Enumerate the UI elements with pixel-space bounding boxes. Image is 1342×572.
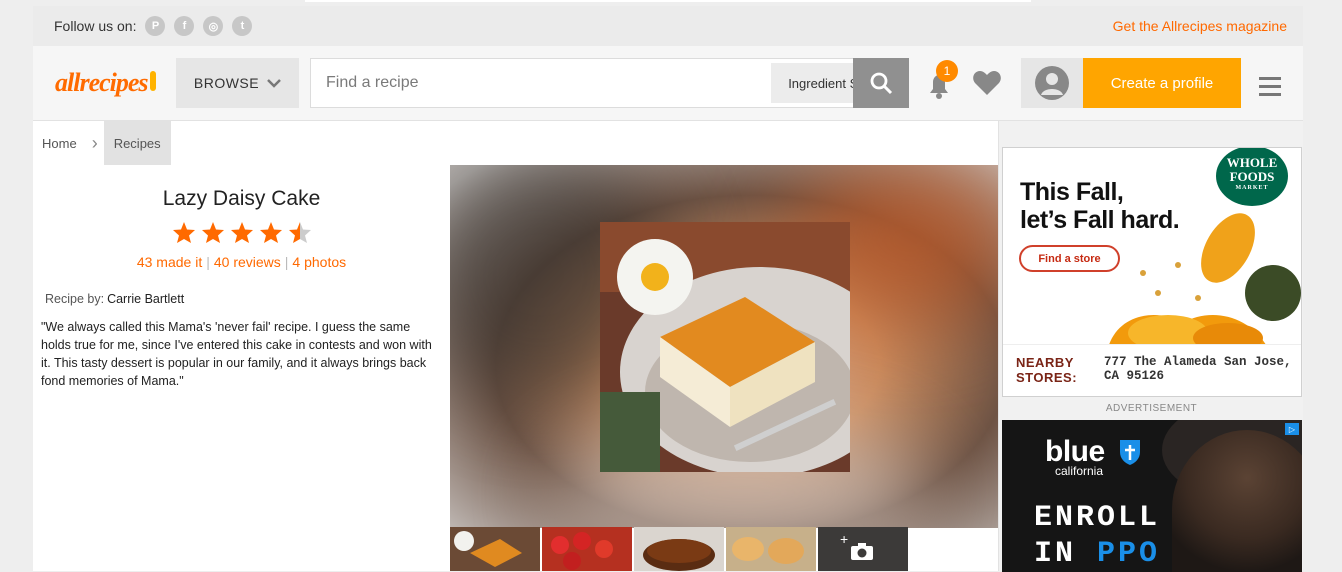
search-bar: Ingredient Search — [310, 58, 909, 108]
search-input[interactable] — [311, 59, 771, 107]
spoon-icon — [149, 71, 156, 91]
chevron-right-icon: › — [91, 132, 98, 153]
reviews-link[interactable]: 40 reviews — [214, 254, 281, 270]
shield-icon — [1120, 440, 1140, 465]
recipe-photo-viewer[interactable] — [450, 165, 998, 528]
follow-label: Follow us on: — [54, 18, 137, 34]
star-icon — [201, 222, 224, 243]
thumbnail-2[interactable] — [542, 527, 632, 571]
magazine-link[interactable]: Get the Allrecipes magazine — [1113, 18, 1287, 34]
hamburger-menu-icon[interactable] — [1259, 77, 1281, 101]
adchoices-icon[interactable]: ▷ — [1285, 423, 1299, 435]
made-it-link[interactable]: 43 made it — [137, 254, 202, 270]
heart-icon[interactable] — [972, 70, 1002, 96]
breadcrumb-recipes[interactable]: Recipes — [103, 121, 171, 165]
browse-label: BROWSE — [193, 75, 260, 91]
star-icon — [259, 222, 282, 243]
star-rating[interactable] — [33, 221, 450, 244]
separator: | — [206, 254, 210, 270]
ad-enroll-text: ENROLL IN PPO — [1034, 501, 1161, 571]
twitter-icon[interactable]: t — [232, 16, 253, 36]
chevron-down-icon — [267, 78, 281, 88]
whole-foods-logo: WHOLE FOODS MARKET — [1216, 148, 1288, 206]
star-icon — [230, 222, 253, 243]
separator: | — [284, 254, 289, 270]
create-profile-button[interactable]: Create a profile — [1083, 58, 1241, 108]
page-container: Follow us on: P f ◎ t Get the Allrecipes… — [33, 6, 1303, 572]
pinterest-icon[interactable]: P — [145, 16, 166, 36]
add-photo-button[interactable]: + — [818, 527, 908, 571]
photo-thumbnails: + — [450, 527, 908, 571]
recipe-by-label: Recipe by: — [45, 292, 105, 306]
nearby-stores: NEARBY STORES: 777 The Alameda San Jose,… — [1003, 344, 1301, 396]
browse-button[interactable]: BROWSE — [176, 58, 299, 108]
breadcrumb-home[interactable]: Home — [33, 136, 86, 151]
thumbnail-3[interactable] — [634, 527, 724, 571]
recipe-description: "We always called this Mama's 'never fai… — [41, 320, 432, 388]
squash-illustration — [1108, 213, 1301, 348]
search-button[interactable] — [853, 58, 909, 108]
recipe-main-photo[interactable] — [600, 222, 850, 472]
recipe-summary: Lazy Daisy Cake 43 made it | 40 reviews | 4 … — [33, 165, 450, 390]
camera-icon — [851, 543, 873, 560]
advertisement-label: ADVERTISEMENT — [1105, 403, 1198, 414]
whole-foods-ad[interactable]: WHOLE FOODS MARKET This Fall, let’s Fall… — [1002, 147, 1302, 397]
thumbnail-4[interactable] — [726, 527, 816, 571]
store-address[interactable]: 777 The Alameda San Jose, CA 95126 — [1104, 355, 1292, 383]
instagram-icon[interactable]: ◎ — [203, 16, 224, 36]
notification-badge: 1 — [936, 60, 958, 82]
breadcrumb: Home › Recipes — [33, 121, 171, 165]
facebook-icon[interactable]: f — [174, 16, 195, 36]
top-divider — [305, 0, 1031, 2]
avatar-icon — [1035, 66, 1069, 100]
author-link[interactable]: Carrie Bartlett — [107, 292, 184, 306]
site-header: allrecipes BROWSE Ingredient Search 1 Cr… — [33, 46, 1303, 121]
recipe-stats: 43 made it | 40 reviews | 4 photos — [33, 254, 450, 270]
logo-text: allrecipes — [55, 68, 149, 97]
allrecipes-logo[interactable]: allrecipes — [55, 68, 156, 98]
follow-us: Follow us on: P f ◎ t — [54, 16, 253, 36]
right-rail: WHOLE FOODS MARKET This Fall, let’s Fall… — [998, 121, 1303, 572]
nearby-label: NEARBY STORES: — [1016, 355, 1078, 385]
follow-bar: Follow us on: P f ◎ t Get the Allrecipes… — [33, 6, 1303, 46]
photos-link[interactable]: 4 photos — [292, 254, 346, 270]
half-star-icon — [288, 222, 311, 243]
search-icon — [870, 72, 893, 95]
profile-avatar-button[interactable] — [1021, 58, 1083, 108]
recipe-by: Recipe by: Carrie Bartlett — [45, 292, 450, 306]
star-icon — [172, 222, 195, 243]
blue-shield-ad[interactable]: blue california ENROLL IN PPO ▷ — [1002, 420, 1302, 572]
recipe-title: Lazy Daisy Cake — [162, 187, 321, 210]
blue-shield-sub: california — [1055, 464, 1104, 478]
thumbnail-1[interactable] — [450, 527, 540, 571]
plus-icon: + — [840, 531, 849, 547]
